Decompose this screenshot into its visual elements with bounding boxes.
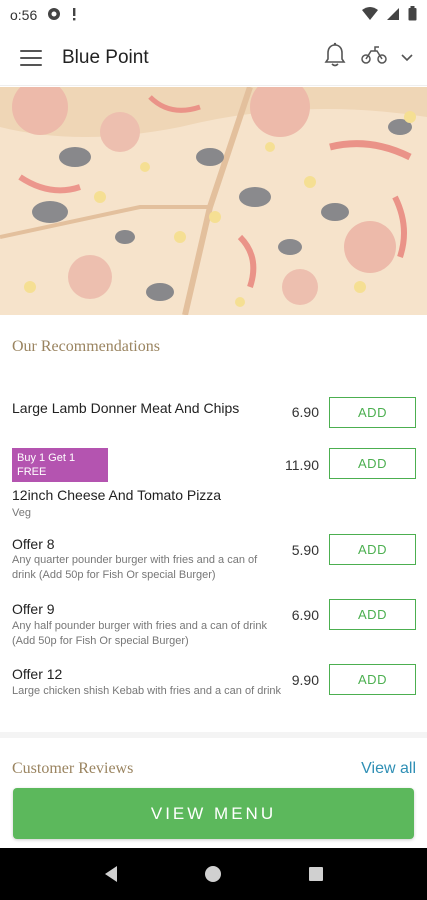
bell-icon[interactable] bbox=[323, 42, 347, 73]
system-nav-bar bbox=[0, 848, 427, 900]
item-desc: Any half pounder burger with fries and a… bbox=[12, 620, 267, 647]
signal-icon bbox=[386, 7, 400, 24]
item-name: Offer 12 bbox=[12, 666, 63, 682]
promo-badge: Buy 1 Get 1 FREE bbox=[12, 448, 108, 482]
status-time: o:56 bbox=[10, 7, 38, 23]
app-title: Blue Point bbox=[62, 46, 149, 68]
item-name: 12inch Cheese And Tomato Pizza bbox=[12, 487, 222, 503]
notification-icon bbox=[47, 7, 61, 24]
add-button[interactable]: ADD bbox=[329, 599, 416, 630]
section-divider bbox=[0, 732, 427, 738]
home-icon[interactable] bbox=[193, 854, 233, 894]
add-button[interactable]: ADD bbox=[329, 534, 416, 565]
item-name: Offer 9 bbox=[12, 601, 55, 617]
item-name: Large Lamb Donner Meat And Chips bbox=[12, 400, 240, 416]
hero-pizza-image bbox=[0, 87, 427, 315]
hamburger-menu-icon[interactable] bbox=[20, 49, 42, 66]
view-all-link[interactable]: View all bbox=[361, 760, 416, 778]
wifi-icon bbox=[362, 6, 378, 24]
back-icon[interactable] bbox=[91, 854, 131, 894]
view-menu-button[interactable]: VIEW MENU bbox=[13, 788, 414, 839]
item-desc: Large chicken shish Kebab with fries and… bbox=[12, 685, 282, 697]
reviews-title: Customer Reviews bbox=[12, 760, 134, 777]
item-name: Offer 8 bbox=[12, 536, 55, 552]
add-button[interactable]: ADD bbox=[329, 448, 416, 479]
scooter-icon[interactable] bbox=[361, 45, 387, 70]
item-price: 9.90 bbox=[291, 672, 319, 688]
alert-icon bbox=[71, 7, 77, 24]
recents-icon[interactable] bbox=[296, 854, 336, 894]
add-button[interactable]: ADD bbox=[329, 397, 416, 428]
chevron-down-icon[interactable] bbox=[401, 49, 413, 67]
status-bar: o:56 bbox=[0, 0, 427, 30]
item-desc: Veg bbox=[12, 507, 31, 519]
item-desc: Any quarter pounder burger with fries an… bbox=[12, 554, 258, 581]
app-bar: Blue Point bbox=[0, 30, 427, 86]
add-button[interactable]: ADD bbox=[329, 664, 416, 695]
item-price: 6.90 bbox=[291, 607, 319, 623]
item-price: 5.90 bbox=[291, 542, 319, 558]
item-price: 6.90 bbox=[291, 404, 319, 420]
battery-icon bbox=[408, 6, 417, 24]
recommendations-title: Our Recommendations bbox=[12, 338, 160, 355]
item-price: 11.90 bbox=[285, 457, 319, 473]
